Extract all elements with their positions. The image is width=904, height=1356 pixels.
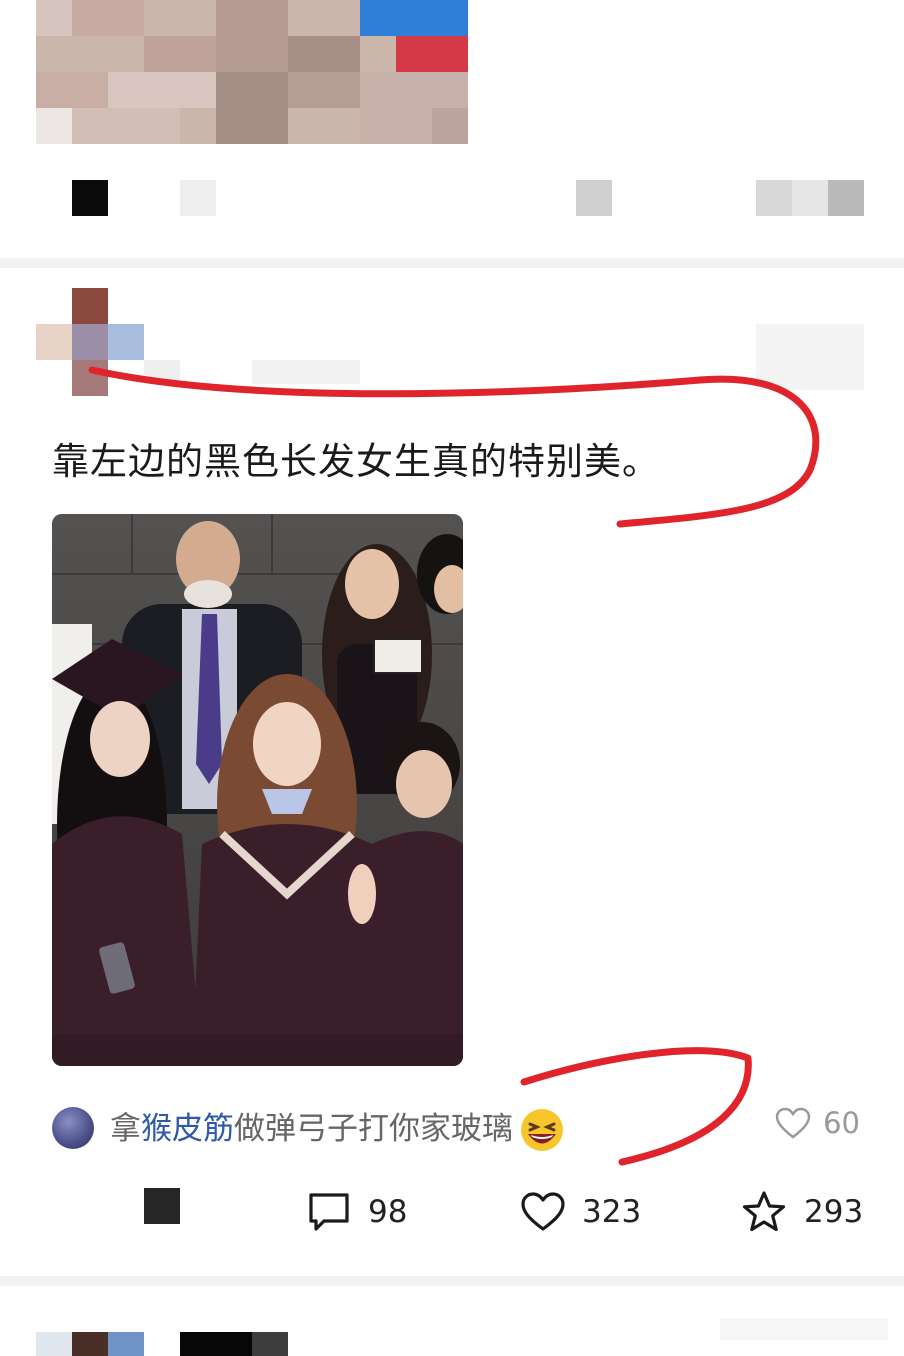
comment-text: 拿猴皮筋做弹弓子打你家玻璃 bbox=[110, 1103, 567, 1154]
post-divider bbox=[0, 1276, 904, 1286]
like-count: 323 bbox=[582, 1194, 642, 1230]
username[interactable] bbox=[144, 360, 180, 380]
heart-icon bbox=[775, 1107, 811, 1139]
heart-icon bbox=[521, 1192, 565, 1231]
previous-post-image[interactable] bbox=[36, 0, 468, 144]
comment-count: 98 bbox=[368, 1194, 408, 1230]
post-action-bar: 98 323 293 bbox=[0, 1182, 904, 1242]
comment-prefix: 拿 bbox=[110, 1110, 141, 1147]
post-text: 靠左边的黑色长发女生真的特别美。 bbox=[52, 440, 660, 483]
comment-like-count: 60 bbox=[823, 1106, 860, 1140]
favorite-button[interactable]: 293 bbox=[740, 1182, 863, 1242]
comment-mention[interactable]: 猴皮筋 bbox=[141, 1111, 234, 1147]
star-icon bbox=[742, 1191, 786, 1232]
favorite-count: 293 bbox=[804, 1194, 864, 1230]
comment-button[interactable]: 98 bbox=[306, 1182, 407, 1242]
graduation-photo-illustration bbox=[52, 514, 463, 1066]
heart-icon[interactable] bbox=[576, 180, 612, 216]
avatar[interactable] bbox=[36, 324, 72, 360]
top-comment[interactable]: 拿猴皮筋做弹弓子打你家玻璃 60 bbox=[52, 1104, 864, 1152]
username[interactable] bbox=[180, 1332, 252, 1356]
forward-icon[interactable] bbox=[144, 1188, 180, 1224]
comment-icon bbox=[309, 1193, 349, 1231]
post-timestamp bbox=[252, 360, 360, 384]
follow-button[interactable] bbox=[720, 1318, 888, 1340]
laughing-emoji-icon bbox=[521, 1109, 563, 1152]
previous-post[interactable] bbox=[0, 0, 904, 258]
follow-button[interactable] bbox=[756, 324, 864, 390]
post-photo[interactable] bbox=[52, 514, 463, 1066]
comment-avatar[interactable] bbox=[52, 1107, 94, 1149]
comment-like-button[interactable]: 60 bbox=[775, 1106, 860, 1140]
forward-icon[interactable] bbox=[72, 180, 108, 216]
feed-page: 靠左边的黑色长发女生真的特别美。 拿猴皮筋做弹弓子打你家玻璃 60 98 323… bbox=[0, 0, 904, 1356]
post-header[interactable] bbox=[0, 286, 904, 396]
avatar[interactable] bbox=[36, 1332, 72, 1356]
like-button[interactable]: 323 bbox=[520, 1182, 641, 1242]
previous-post-action-bar bbox=[0, 178, 904, 218]
comment-icon[interactable] bbox=[180, 180, 216, 216]
next-post[interactable] bbox=[0, 1296, 904, 1356]
comment-suffix: 做弹弓子打你家玻璃 bbox=[234, 1110, 513, 1147]
post-divider bbox=[0, 258, 904, 268]
